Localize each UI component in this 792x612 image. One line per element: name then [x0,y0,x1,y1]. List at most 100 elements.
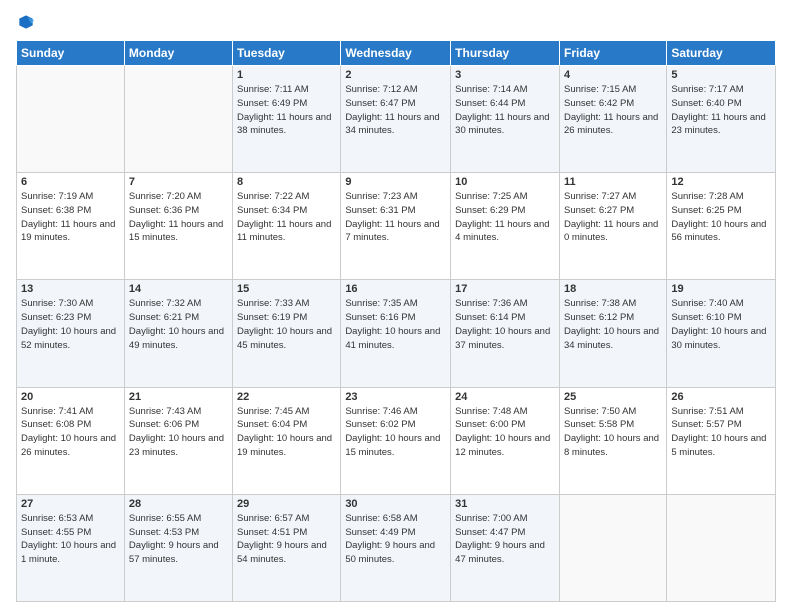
cell-info: Sunrise: 7:46 AMSunset: 6:02 PMDaylight:… [345,406,440,458]
day-number: 2 [345,69,446,81]
day-number: 26 [671,391,771,403]
calendar-cell: 18 Sunrise: 7:38 AMSunset: 6:12 PMDaylig… [559,280,666,387]
calendar-cell: 16 Sunrise: 7:35 AMSunset: 6:16 PMDaylig… [341,280,451,387]
cell-info: Sunrise: 7:40 AMSunset: 6:10 PMDaylight:… [671,298,766,350]
calendar-header-row: SundayMondayTuesdayWednesdayThursdayFrid… [17,41,776,66]
cell-info: Sunrise: 7:28 AMSunset: 6:25 PMDaylight:… [671,191,766,243]
calendar-cell: 8 Sunrise: 7:22 AMSunset: 6:34 PMDayligh… [233,173,341,280]
calendar-cell: 9 Sunrise: 7:23 AMSunset: 6:31 PMDayligh… [341,173,451,280]
cell-info: Sunrise: 7:50 AMSunset: 5:58 PMDaylight:… [564,406,659,458]
calendar-cell: 25 Sunrise: 7:50 AMSunset: 5:58 PMDaylig… [559,387,666,494]
calendar-cell: 27 Sunrise: 6:53 AMSunset: 4:55 PMDaylig… [17,494,125,601]
weekday-header: Wednesday [341,41,451,66]
cell-info: Sunrise: 7:25 AMSunset: 6:29 PMDaylight:… [455,191,549,243]
cell-info: Sunrise: 7:35 AMSunset: 6:16 PMDaylight:… [345,298,440,350]
calendar-cell: 5 Sunrise: 7:17 AMSunset: 6:40 PMDayligh… [667,66,776,173]
calendar-cell: 1 Sunrise: 7:11 AMSunset: 6:49 PMDayligh… [233,66,341,173]
cell-info: Sunrise: 7:38 AMSunset: 6:12 PMDaylight:… [564,298,659,350]
day-number: 10 [455,176,555,188]
calendar-cell: 17 Sunrise: 7:36 AMSunset: 6:14 PMDaylig… [451,280,560,387]
day-number: 13 [21,283,120,295]
day-number: 6 [21,176,120,188]
cell-info: Sunrise: 7:27 AMSunset: 6:27 PMDaylight:… [564,191,658,243]
calendar-cell: 28 Sunrise: 6:55 AMSunset: 4:53 PMDaylig… [124,494,232,601]
calendar-cell: 2 Sunrise: 7:12 AMSunset: 6:47 PMDayligh… [341,66,451,173]
calendar-cell: 24 Sunrise: 7:48 AMSunset: 6:00 PMDaylig… [451,387,560,494]
weekday-header: Tuesday [233,41,341,66]
page-container: SundayMondayTuesdayWednesdayThursdayFrid… [0,0,792,612]
weekday-header: Thursday [451,41,560,66]
calendar-cell [667,494,776,601]
calendar-cell: 19 Sunrise: 7:40 AMSunset: 6:10 PMDaylig… [667,280,776,387]
cell-info: Sunrise: 7:41 AMSunset: 6:08 PMDaylight:… [21,406,116,458]
day-number: 5 [671,69,771,81]
cell-info: Sunrise: 7:20 AMSunset: 6:36 PMDaylight:… [129,191,223,243]
calendar-cell [17,66,125,173]
calendar-cell: 26 Sunrise: 7:51 AMSunset: 5:57 PMDaylig… [667,387,776,494]
day-number: 9 [345,176,446,188]
day-number: 24 [455,391,555,403]
cell-info: Sunrise: 7:36 AMSunset: 6:14 PMDaylight:… [455,298,550,350]
day-number: 19 [671,283,771,295]
logo-icon [16,12,36,32]
cell-info: Sunrise: 7:15 AMSunset: 6:42 PMDaylight:… [564,84,658,136]
calendar-cell: 7 Sunrise: 7:20 AMSunset: 6:36 PMDayligh… [124,173,232,280]
cell-info: Sunrise: 7:51 AMSunset: 5:57 PMDaylight:… [671,406,766,458]
day-number: 20 [21,391,120,403]
day-number: 8 [237,176,336,188]
day-number: 27 [21,498,120,510]
day-number: 28 [129,498,228,510]
cell-info: Sunrise: 7:22 AMSunset: 6:34 PMDaylight:… [237,191,331,243]
day-number: 4 [564,69,662,81]
weekday-header: Saturday [667,41,776,66]
calendar-cell: 15 Sunrise: 7:33 AMSunset: 6:19 PMDaylig… [233,280,341,387]
cell-info: Sunrise: 7:43 AMSunset: 6:06 PMDaylight:… [129,406,224,458]
calendar-cell [559,494,666,601]
day-number: 23 [345,391,446,403]
day-number: 18 [564,283,662,295]
calendar-cell: 12 Sunrise: 7:28 AMSunset: 6:25 PMDaylig… [667,173,776,280]
calendar-cell: 14 Sunrise: 7:32 AMSunset: 6:21 PMDaylig… [124,280,232,387]
calendar-cell: 3 Sunrise: 7:14 AMSunset: 6:44 PMDayligh… [451,66,560,173]
page-header [16,12,776,32]
weekday-header: Friday [559,41,666,66]
cell-info: Sunrise: 7:14 AMSunset: 6:44 PMDaylight:… [455,84,549,136]
day-number: 7 [129,176,228,188]
calendar-cell: 21 Sunrise: 7:43 AMSunset: 6:06 PMDaylig… [124,387,232,494]
cell-info: Sunrise: 6:57 AMSunset: 4:51 PMDaylight:… [237,513,327,565]
day-number: 29 [237,498,336,510]
calendar-cell: 31 Sunrise: 7:00 AMSunset: 4:47 PMDaylig… [451,494,560,601]
day-number: 14 [129,283,228,295]
cell-info: Sunrise: 6:58 AMSunset: 4:49 PMDaylight:… [345,513,435,565]
cell-info: Sunrise: 6:55 AMSunset: 4:53 PMDaylight:… [129,513,219,565]
cell-info: Sunrise: 7:30 AMSunset: 6:23 PMDaylight:… [21,298,116,350]
day-number: 3 [455,69,555,81]
day-number: 21 [129,391,228,403]
weekday-header: Sunday [17,41,125,66]
day-number: 30 [345,498,446,510]
calendar-cell: 6 Sunrise: 7:19 AMSunset: 6:38 PMDayligh… [17,173,125,280]
day-number: 31 [455,498,555,510]
day-number: 11 [564,176,662,188]
calendar-cell: 10 Sunrise: 7:25 AMSunset: 6:29 PMDaylig… [451,173,560,280]
day-number: 1 [237,69,336,81]
calendar-cell: 23 Sunrise: 7:46 AMSunset: 6:02 PMDaylig… [341,387,451,494]
day-number: 15 [237,283,336,295]
day-number: 17 [455,283,555,295]
cell-info: Sunrise: 7:48 AMSunset: 6:00 PMDaylight:… [455,406,550,458]
cell-info: Sunrise: 7:17 AMSunset: 6:40 PMDaylight:… [671,84,765,136]
calendar-week-row: 1 Sunrise: 7:11 AMSunset: 6:49 PMDayligh… [17,66,776,173]
cell-info: Sunrise: 7:33 AMSunset: 6:19 PMDaylight:… [237,298,332,350]
cell-info: Sunrise: 7:12 AMSunset: 6:47 PMDaylight:… [345,84,439,136]
weekday-header: Monday [124,41,232,66]
day-number: 16 [345,283,446,295]
calendar-cell: 4 Sunrise: 7:15 AMSunset: 6:42 PMDayligh… [559,66,666,173]
day-number: 22 [237,391,336,403]
calendar-cell: 30 Sunrise: 6:58 AMSunset: 4:49 PMDaylig… [341,494,451,601]
calendar-week-row: 6 Sunrise: 7:19 AMSunset: 6:38 PMDayligh… [17,173,776,280]
cell-info: Sunrise: 7:45 AMSunset: 6:04 PMDaylight:… [237,406,332,458]
cell-info: Sunrise: 7:32 AMSunset: 6:21 PMDaylight:… [129,298,224,350]
calendar-cell: 13 Sunrise: 7:30 AMSunset: 6:23 PMDaylig… [17,280,125,387]
cell-info: Sunrise: 7:11 AMSunset: 6:49 PMDaylight:… [237,84,331,136]
calendar-cell [124,66,232,173]
